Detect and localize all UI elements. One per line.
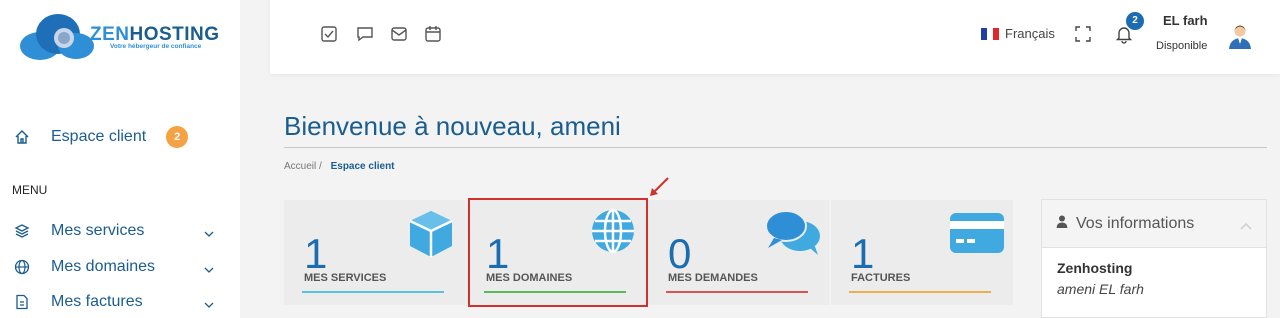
globe-icon [12, 257, 32, 277]
breadcrumb: Accueil / Espace client [284, 161, 395, 172]
stat-label: MES SERVICES [304, 272, 387, 284]
chevron-down-icon [204, 296, 214, 314]
info-company: Zenhosting [1057, 260, 1133, 276]
info-card-header[interactable]: Vos informations [1042, 200, 1266, 248]
stat-card-demandes[interactable]: 0 MES DEMANDES [648, 200, 829, 305]
info-user: ameni EL farh [1057, 281, 1144, 297]
mail-icon[interactable] [390, 25, 408, 43]
avatar[interactable] [1226, 22, 1254, 50]
user-icon [1056, 215, 1068, 233]
sidebar-item-label: Mes services [51, 222, 145, 239]
user-name[interactable]: EL farh [1163, 13, 1208, 28]
info-card: Vos informations Zenhosting ameni EL far… [1041, 199, 1267, 318]
language-label: Français [1005, 26, 1055, 41]
stat-label: MES DEMANDES [668, 272, 758, 284]
logo-tagline: Votre hébergeur de confiance [110, 43, 202, 50]
menu-section-title: MENU [12, 183, 48, 197]
invoice-icon [12, 292, 32, 312]
stat-card-services[interactable]: 1 MES SERVICES [284, 200, 465, 305]
cloud-logo-icon [20, 14, 94, 60]
sidebar-item-label: Mes factures [51, 293, 143, 310]
home-icon [12, 127, 32, 147]
page-title: Bienvenue à nouveau, ameni [284, 111, 621, 141]
sidebar: ZENHOSTING Votre hébergeur de confiance … [0, 0, 240, 318]
language-selector[interactable]: Français [981, 26, 1055, 41]
stat-label: FACTURES [851, 272, 911, 284]
flag-france-icon [981, 27, 999, 40]
layers-icon [12, 221, 32, 241]
sidebar-item-label: Mes domaines [51, 258, 156, 275]
chevron-up-icon[interactable] [1240, 218, 1252, 236]
stat-underline [849, 291, 991, 293]
divider [284, 147, 1267, 148]
sidebar-item-espace-client[interactable]: Espace client 2 [0, 123, 240, 151]
chat-icon[interactable] [356, 25, 374, 43]
calendar-icon[interactable] [424, 25, 442, 43]
stat-underline [666, 291, 808, 293]
sidebar-item-mes-domaines[interactable]: Mes domaines [0, 253, 240, 281]
breadcrumb-current: Espace client [330, 161, 395, 172]
top-header: Français 2 EL farh Disponible [270, 0, 1280, 74]
stat-underline [302, 291, 444, 293]
user-status: Disponible [1156, 40, 1208, 52]
notification-badge: 2 [166, 126, 189, 148]
annotation-highlight-box [468, 198, 648, 307]
chevron-down-icon [204, 261, 214, 279]
credit-card-icon [949, 212, 1005, 259]
stat-value: 1 [851, 230, 875, 277]
sidebar-item-mes-factures[interactable]: Mes factures [0, 288, 240, 316]
box-icon [406, 208, 456, 265]
sidebar-item-mes-services[interactable]: Mes services [0, 217, 240, 245]
checkbox-icon[interactable] [320, 25, 338, 43]
stat-value: 1 [304, 230, 328, 277]
notifications-badge: 2 [1126, 12, 1144, 30]
fullscreen-icon[interactable] [1074, 25, 1092, 43]
breadcrumb-root[interactable]: Accueil [284, 161, 316, 172]
logo[interactable]: ZENHOSTING Votre hébergeur de confiance [18, 10, 228, 62]
stat-card-factures[interactable]: 1 FACTURES [831, 200, 1013, 305]
annotation-arrow-icon [648, 176, 672, 203]
chevron-down-icon [204, 225, 214, 243]
stat-value: 0 [668, 230, 692, 277]
info-card-title: Vos informations [1076, 214, 1195, 232]
sidebar-item-label: Espace client [51, 128, 147, 145]
comments-icon [764, 208, 822, 263]
breadcrumb-separator: / [319, 161, 322, 172]
